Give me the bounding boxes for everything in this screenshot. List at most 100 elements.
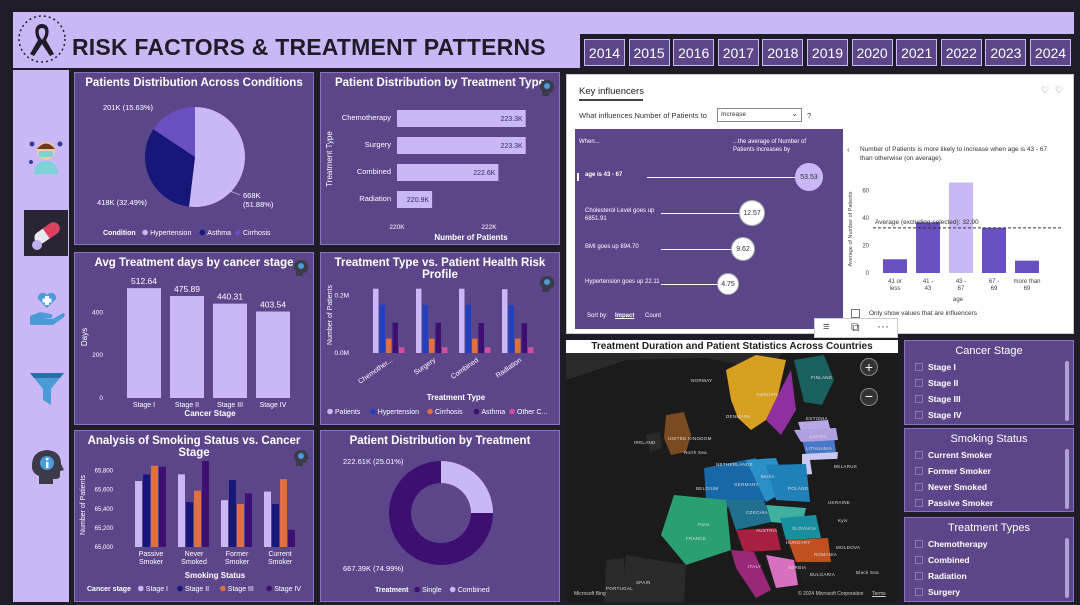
smoking-bar-stage-i[interactable] (264, 491, 271, 547)
filter-icon[interactable]: ≡ (823, 321, 829, 333)
ki-bar[interactable] (982, 227, 1006, 273)
more-options-icon[interactable]: ··· (877, 319, 889, 333)
slicer-scrollbar[interactable] (1065, 449, 1069, 509)
risk-bar-patients[interactable] (416, 288, 422, 353)
risk-bar-asthma[interactable] (478, 323, 485, 353)
risk-bar-hypertension[interactable] (465, 304, 472, 353)
year-button-2022[interactable]: 2022 (940, 39, 982, 66)
year-button-2015[interactable]: 2015 (628, 39, 670, 66)
slicer-item[interactable]: Stage I (915, 359, 962, 375)
smoking-bar-stage-iv[interactable] (202, 461, 209, 547)
risk-profile-bar-chart[interactable]: 0.0M 0.2M Chemother... Surgery Combined Radia… (321, 253, 561, 426)
zoom-in-button[interactable]: + (860, 358, 878, 376)
slicer-item[interactable]: Former Smoker (915, 463, 993, 479)
smoking-bar-stage-iv[interactable] (245, 493, 252, 547)
ki-tab[interactable]: Key influencers (579, 86, 644, 97)
risk-bar-asthma[interactable] (392, 322, 399, 353)
checkbox[interactable] (915, 572, 923, 580)
stage-bar-2[interactable] (170, 296, 204, 398)
risk-bar-patients[interactable] (502, 289, 508, 353)
slicer-item[interactable]: Stage II (915, 375, 962, 391)
risk-bar-hypertension[interactable] (508, 305, 515, 353)
slicer-item[interactable]: Passive Smoker (915, 495, 993, 511)
checkbox[interactable] (915, 540, 923, 548)
focus-mode-icon[interactable]: ⧉ (851, 320, 860, 335)
ki-row-bubble[interactable]: 9.62 (731, 237, 755, 261)
ki-row-label[interactable]: Cholesterol Level goes up 6851.91 (585, 207, 675, 223)
slicer-item[interactable]: Surgery (915, 584, 988, 600)
ki-dropdown[interactable]: Increase ⌄ (717, 108, 802, 122)
risk-bar-asthma[interactable] (521, 323, 528, 353)
checkbox[interactable] (915, 467, 923, 475)
checkbox[interactable] (915, 451, 923, 459)
year-button-2024[interactable]: 2024 (1030, 39, 1071, 66)
smoking-bar-stage-ii[interactable] (143, 474, 150, 547)
filter-icon[interactable] (28, 370, 66, 408)
slicer-scrollbar[interactable] (1065, 538, 1069, 598)
smoking-bar-stage-i[interactable] (221, 500, 228, 547)
checkbox[interactable] (915, 411, 923, 419)
checkbox[interactable] (915, 483, 923, 491)
ki-sort-impact[interactable]: Impact (615, 313, 634, 319)
smoking-bar-stage-i[interactable] (178, 474, 185, 547)
smoking-bar-stage-iii[interactable] (151, 465, 158, 547)
ki-row-bubble[interactable]: 12.57 (739, 200, 765, 226)
risk-bar-patients[interactable] (373, 288, 379, 353)
risk-bar-patients[interactable] (459, 288, 465, 353)
pie-slice-hypertension[interactable] (189, 107, 246, 208)
risk-bar-otherc[interactable] (528, 347, 534, 353)
checkbox[interactable] (915, 395, 923, 403)
smoking-bar-stage-ii[interactable] (186, 502, 193, 547)
risk-bar-cirrhosis[interactable] (472, 338, 478, 353)
ki-bar[interactable] (883, 259, 907, 273)
checkbox[interactable] (915, 556, 923, 564)
treatment-donut-chart[interactable]: 222.61K (25.01%) 667.39K (74.99%) Treatmen… (321, 431, 561, 603)
zoom-out-button[interactable]: − (860, 388, 878, 406)
risk-bar-hypertension[interactable] (422, 304, 429, 353)
slicer-item[interactable]: Stage III (915, 391, 962, 407)
slicer-item[interactable]: Chemotherapy (915, 536, 988, 552)
donut-slice-combined[interactable] (441, 461, 493, 514)
stage-bar-3[interactable] (213, 303, 247, 398)
risk-bar-cirrhosis[interactable] (515, 338, 521, 353)
stage-bar-1[interactable] (127, 288, 161, 398)
europe-map[interactable] (566, 340, 898, 602)
ki-sort-count[interactable]: Count (645, 313, 661, 319)
health-care-icon[interactable] (27, 290, 67, 330)
checkbox[interactable] (915, 499, 923, 507)
risk-bar-otherc[interactable] (399, 347, 405, 353)
smoking-bar-stage-i[interactable] (135, 481, 142, 547)
year-button-2023[interactable]: 2023 (985, 39, 1027, 66)
year-button-2021[interactable]: 2021 (896, 39, 938, 66)
stage-bar-4[interactable] (256, 311, 290, 398)
slicer-item[interactable]: Radiation (915, 568, 988, 584)
ki-row-bubble[interactable]: 53.53 (795, 163, 823, 191)
year-button-2014[interactable]: 2014 (584, 39, 625, 66)
smoking-bar-stage-iii[interactable] (194, 490, 201, 547)
risk-bar-cirrhosis[interactable] (429, 338, 435, 353)
year-button-2018[interactable]: 2018 (762, 39, 804, 66)
smoking-bar-stage-ii[interactable] (272, 504, 279, 547)
checkbox[interactable] (915, 363, 923, 371)
ki-bar[interactable] (1015, 260, 1039, 273)
pills-icon[interactable] (27, 214, 67, 252)
year-button-2016[interactable]: 2016 (673, 39, 715, 66)
slicer-item[interactable]: Current Smoker (915, 447, 993, 463)
ki-bar[interactable] (916, 222, 940, 273)
checkbox[interactable] (915, 588, 923, 596)
ki-row-bubble[interactable]: 4.75 (717, 273, 739, 295)
risk-bar-cirrhosis[interactable] (386, 338, 392, 353)
risk-bar-hypertension[interactable] (379, 304, 386, 353)
ki-detail-chart[interactable]: 020406041 orless41 -4343 -6767 -69more t… (843, 137, 1067, 333)
smoking-bar-stage-iii[interactable] (237, 504, 244, 547)
thumbs-down-icon[interactable]: ♡ (1055, 85, 1063, 96)
checkbox[interactable] (915, 379, 923, 387)
info-head-icon[interactable] (27, 446, 67, 486)
risk-bar-asthma[interactable] (435, 322, 442, 353)
slicer-item[interactable]: Never Smoked (915, 479, 993, 495)
slicer-item[interactable]: Combined (915, 552, 988, 568)
smoking-bar-stage-ii[interactable] (229, 480, 236, 547)
thumbs-up-icon[interactable]: ♡ (1041, 85, 1049, 96)
slicer-item[interactable]: Stage IV (915, 407, 962, 423)
year-button-2020[interactable]: 2020 (851, 39, 893, 66)
